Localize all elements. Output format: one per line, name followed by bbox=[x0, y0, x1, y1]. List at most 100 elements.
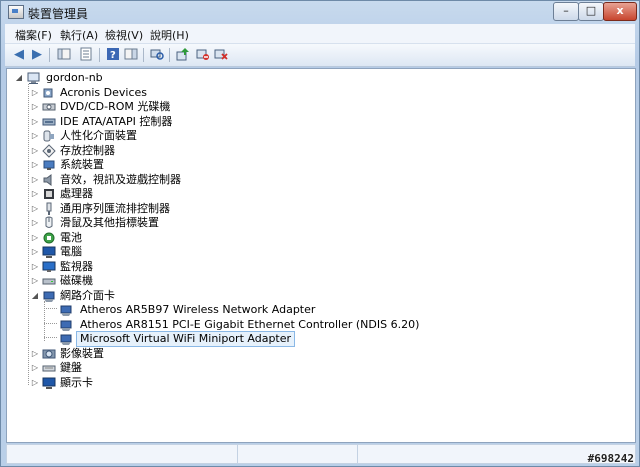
expand-toggle[interactable]: ▷ bbox=[31, 347, 39, 361]
category-label: 鍵盤 bbox=[60, 361, 82, 375]
menu-view[interactable]: 檢視(V) bbox=[105, 27, 143, 43]
uninstall-device-icon[interactable] bbox=[213, 47, 229, 63]
tree-category-row[interactable]: ▷ 顯示卡 bbox=[31, 376, 431, 390]
maximize-button[interactable]: □ bbox=[578, 2, 604, 21]
computer-icon bbox=[27, 71, 41, 85]
category-label: 人性化介面裝置 bbox=[60, 129, 137, 143]
processor-icon bbox=[42, 187, 56, 201]
back-icon[interactable]: ◀ bbox=[11, 47, 27, 63]
expand-toggle[interactable]: ▷ bbox=[31, 274, 39, 288]
expand-toggle[interactable]: ▷ bbox=[31, 202, 39, 216]
toolbar-separator bbox=[143, 48, 144, 62]
tree-category-row[interactable]: ▷ IDE ATA/ATAPI 控制器 bbox=[31, 115, 431, 129]
expand-toggle[interactable]: ▷ bbox=[31, 231, 39, 245]
category-label: 磁碟機 bbox=[60, 274, 93, 288]
display-adapter-icon bbox=[42, 376, 56, 390]
category-label: 處理器 bbox=[60, 187, 93, 201]
category-label: 影像裝置 bbox=[60, 346, 104, 360]
menu-file[interactable]: 檔案(F) bbox=[15, 27, 52, 43]
tree-device-row[interactable]: Atheros AR5B97 Wireless Network Adapter bbox=[45, 303, 605, 317]
properties-icon[interactable] bbox=[78, 47, 94, 63]
expand-toggle[interactable]: ▷ bbox=[31, 216, 39, 230]
expand-toggle[interactable]: ▷ bbox=[31, 100, 39, 114]
toolbar-separator bbox=[99, 48, 100, 62]
category-label: IDE ATA/ATAPI 控制器 bbox=[60, 114, 173, 128]
expand-toggle[interactable]: ▷ bbox=[31, 260, 39, 274]
category-label: 存放控制器 bbox=[60, 143, 115, 157]
device-tree-panel[interactable]: ◢ gordon-nb ▷ Acronis Devices ▷ DVD/CD-ROM … bbox=[6, 68, 636, 443]
monitor-icon bbox=[42, 260, 56, 274]
expand-toggle[interactable]: ▷ bbox=[31, 129, 39, 143]
menu-action[interactable]: 執行(A) bbox=[60, 27, 98, 43]
network-adapter-icon bbox=[59, 303, 73, 317]
show-hide-tree-icon[interactable] bbox=[56, 47, 72, 63]
close-button[interactable]: x bbox=[603, 2, 637, 21]
tree-category-row[interactable]: ▷ DVD/CD-ROM 光碟機 bbox=[31, 100, 431, 114]
disable-device-icon[interactable] bbox=[195, 47, 211, 63]
tree-category-row[interactable]: ▷ 鍵盤 bbox=[31, 361, 431, 375]
expand-toggle[interactable]: ▷ bbox=[31, 376, 39, 390]
tree-device-row[interactable]: Atheros AR8151 PCI-E Gigabit Ethernet Co… bbox=[45, 318, 605, 332]
minimize-button[interactable]: – bbox=[553, 2, 579, 21]
acronis-device-icon bbox=[42, 86, 56, 100]
category-label: 音效，視訊及遊戲控制器 bbox=[60, 172, 181, 186]
collapse-toggle[interactable]: ◢ bbox=[15, 71, 23, 85]
expand-toggle[interactable]: ▷ bbox=[31, 86, 39, 100]
category-label: 滑鼠及其他指標裝置 bbox=[60, 216, 159, 230]
tree-device-row[interactable]: Microsoft Virtual WiFi Miniport Adapter bbox=[45, 331, 605, 348]
network-adapter-icon bbox=[59, 318, 73, 332]
expand-toggle[interactable]: ▷ bbox=[31, 361, 39, 375]
expand-toggle[interactable]: ▷ bbox=[31, 115, 39, 129]
tree-category-row[interactable]: ▷ 影像裝置 bbox=[31, 347, 431, 361]
category-label: 系統裝置 bbox=[60, 158, 104, 172]
usb-icon bbox=[42, 202, 56, 216]
tree-category-row[interactable]: ▷ 系統裝置 bbox=[31, 158, 431, 172]
expand-toggle[interactable]: ▷ bbox=[31, 187, 39, 201]
category-label: 監視器 bbox=[60, 259, 93, 273]
expand-toggle[interactable]: ▷ bbox=[31, 144, 39, 158]
network-adapter-icon bbox=[42, 289, 56, 303]
watermark: #698242 bbox=[587, 452, 634, 465]
scan-hardware-icon[interactable] bbox=[149, 47, 165, 63]
expand-toggle[interactable]: ▷ bbox=[31, 245, 39, 259]
collapse-toggle[interactable]: ◢ bbox=[31, 289, 39, 303]
menu-help[interactable]: 說明(H) bbox=[150, 27, 189, 43]
title-bar[interactable]: 裝置管理員 – □ x bbox=[1, 1, 639, 23]
category-label: 顯示卡 bbox=[60, 375, 93, 389]
tree-category-row[interactable]: ▷ 人性化介面裝置 bbox=[31, 129, 431, 143]
toolbar: ◀ ▶ ? bbox=[5, 44, 635, 67]
imaging-device-icon bbox=[42, 347, 56, 361]
toolbar-separator bbox=[169, 48, 170, 62]
hid-icon bbox=[42, 129, 56, 143]
tree-category-row[interactable]: ▷ 監視器 bbox=[31, 260, 431, 274]
tree-root-label: gordon-nb bbox=[46, 71, 103, 84]
tree-category-row[interactable]: ▷ 通用序列匯流排控制器 bbox=[31, 202, 431, 216]
dvd-drive-icon bbox=[42, 100, 56, 114]
tree-category-row[interactable]: ▷ 處理器 bbox=[31, 187, 431, 201]
svg-text:?: ? bbox=[110, 50, 116, 61]
tree-category-row[interactable]: ▷ 存放控制器 bbox=[31, 144, 431, 158]
window-title: 裝置管理員 bbox=[28, 7, 89, 21]
category-label: 通用序列匯流排控制器 bbox=[60, 201, 170, 215]
tree-category-row[interactable]: ▷ 滑鼠及其他指標裝置 bbox=[31, 216, 431, 230]
expand-toggle[interactable]: ▷ bbox=[31, 158, 39, 172]
tree-category-row[interactable]: ▷ 音效，視訊及遊戲控制器 bbox=[31, 173, 431, 187]
keyboard-icon bbox=[42, 361, 56, 375]
system-device-icon bbox=[42, 158, 56, 172]
tree-category-row[interactable]: ◢ 網路介面卡 bbox=[31, 289, 431, 303]
update-driver-icon[interactable] bbox=[175, 47, 191, 63]
tree-category-row[interactable]: ▷ 磁碟機 bbox=[31, 274, 431, 288]
forward-icon[interactable]: ▶ bbox=[29, 47, 45, 63]
help-icon[interactable]: ? bbox=[105, 47, 121, 63]
tree-category-row[interactable]: ▷ 電池 bbox=[31, 231, 431, 245]
network-adapter-icon bbox=[59, 332, 73, 346]
tree-category-row[interactable]: ▷ Acronis Devices bbox=[31, 86, 431, 100]
mouse-icon bbox=[42, 216, 56, 230]
tree-guide-line bbox=[28, 84, 29, 385]
device-label: Atheros AR5B97 Wireless Network Adapter bbox=[80, 303, 316, 317]
expand-toggle[interactable]: ▷ bbox=[31, 173, 39, 187]
tree-root[interactable]: ◢ gordon-nb bbox=[15, 71, 135, 85]
tree-category-row[interactable]: ▷ 電腦 bbox=[31, 245, 431, 259]
disk-drive-icon bbox=[42, 274, 56, 288]
action-pane-icon[interactable] bbox=[123, 47, 139, 63]
